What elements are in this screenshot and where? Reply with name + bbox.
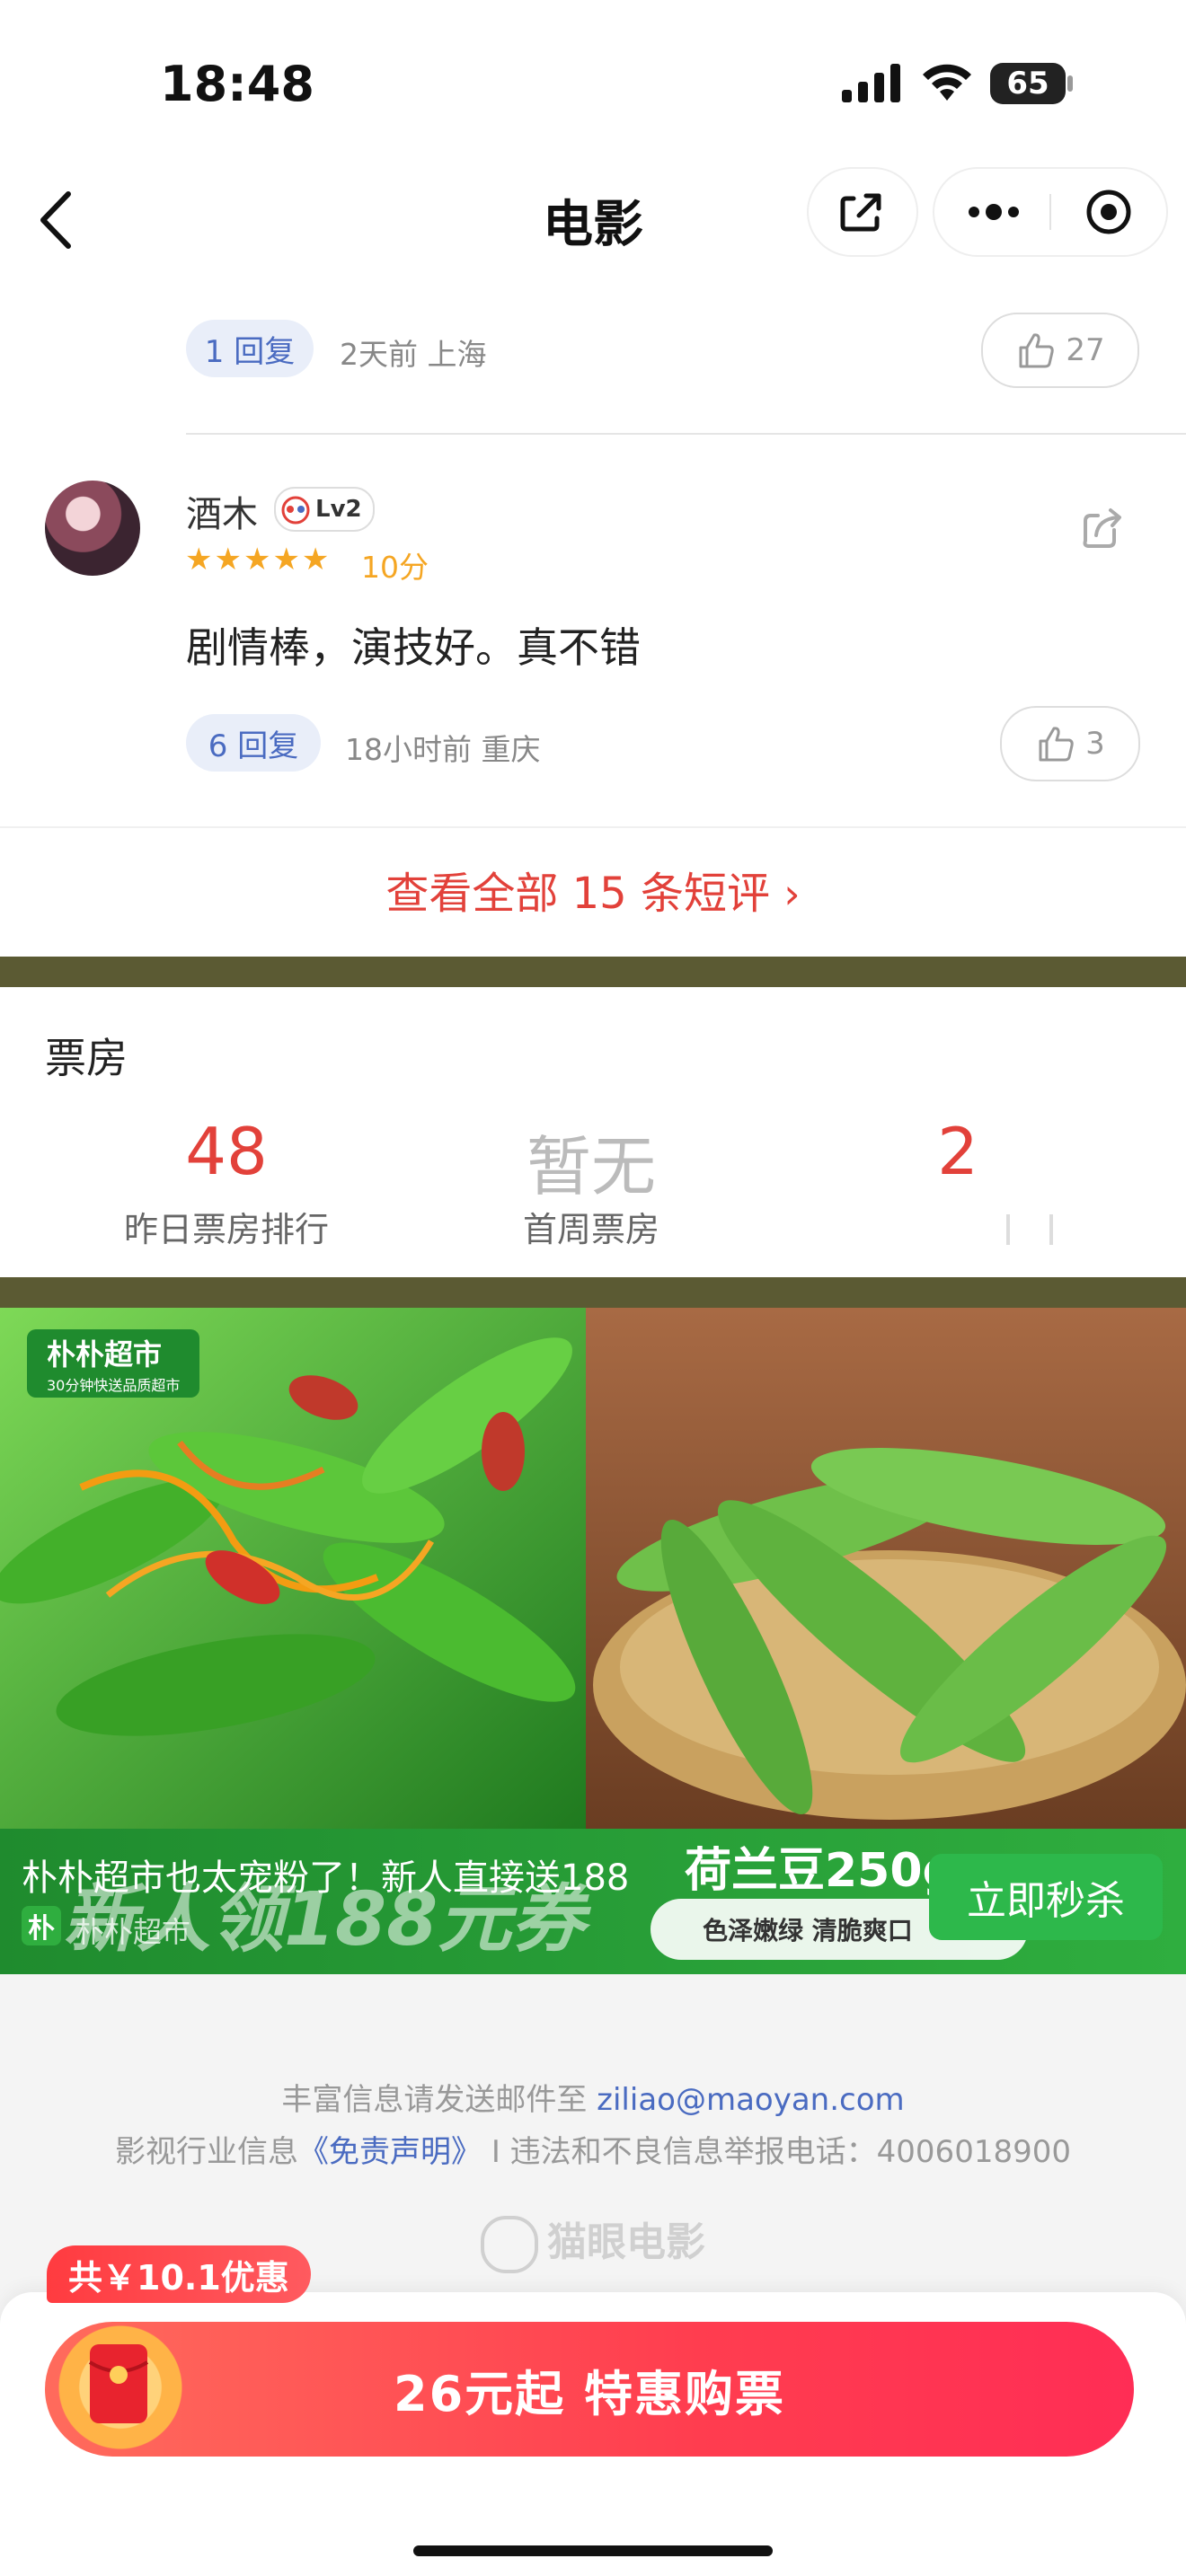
footer-contact-prefix: 丰富信息请发送邮件至 [281,2082,588,2118]
share-button[interactable] [809,169,916,255]
battery-level: 65 [1006,66,1049,101]
see-all-label: 查看全部 15 条短评 [385,869,770,919]
advertiser-logo: 朴 [22,1906,61,1945]
reply-count-button[interactable]: 6 回复 [186,714,321,772]
ad-product-tags: 色泽嫩绿 清脆爽口 [703,1916,913,1945]
like-button[interactable]: 3 [1000,706,1140,781]
status-time: 18:48 [160,56,314,112]
ad-title: 朴朴超市也太宠粉了！新人直接送188 [22,1857,630,1899]
rating-stars: ★★★★★ [185,542,332,578]
box-office-value: 48 [185,1114,268,1189]
wifi-icon [923,64,971,101]
ad-brand-name: 朴朴超市 [47,1337,163,1372]
chevron-right-icon: › [783,869,801,918]
like-button[interactable]: 27 [981,313,1139,388]
battery-icon: 65 [990,63,1066,104]
battery-cap [1067,75,1073,92]
buy-ticket-button[interactable]: 26元起 特惠购票 [45,2322,1134,2457]
divider [0,826,1186,828]
rating-score: 10分 [361,550,429,585]
footer-legal-prefix: 影视行业信息 [115,2134,299,2170]
thumbs-up-icon [1039,727,1074,762]
divider [186,433,1186,435]
level-label: Lv2 [315,496,362,523]
footer-legal: 影视行业信息《免责声明》 I 违法和不良信息举报电话：4006018900 [0,2127,1186,2171]
box-office-title: 票房 [45,1034,128,1082]
ad-brand-sub: 30分钟快送品质超市 [47,1377,181,1394]
ad-brand-badge: 朴朴超市 30分钟快送品质超市 [27,1329,200,1398]
home-indicator [413,2545,773,2556]
back-chevron-icon[interactable] [34,189,79,251]
like-count: 3 [1085,726,1105,762]
more-icon[interactable] [969,204,1019,220]
section-band [0,1277,1186,1308]
maoyan-logo-text: 猫眼电影 [547,2219,705,2265]
scroll-hint [1006,1214,1010,1245]
box-office-label: 昨日票房排行 [123,1210,329,1249]
thumbs-up-icon [1019,333,1055,368]
section-band [0,957,1186,987]
reply-count-button[interactable]: 1 回复 [186,320,314,377]
share-comment-icon[interactable] [1078,503,1128,553]
advertiser-name: 朴朴超市 [75,1915,191,1949]
comment-meta: 18小时前 重庆 [345,732,541,767]
footer-report-line: I 违法和不良信息举报电话：4006018900 [491,2134,1071,2170]
disclaimer-link[interactable]: 《免责声明》 [298,2134,482,2170]
page-title: 电影 [543,196,643,254]
cat-logo-icon [481,2216,538,2273]
level-cat-icon [281,496,310,525]
cellular-signal-icon [842,64,900,102]
see-all-reviews-link[interactable]: 查看全部 15 条短评 › [0,858,1186,921]
footer-contact: 丰富信息请发送邮件至 ziliao@maoyan.com [0,2075,1186,2119]
box-office-value: 2 [937,1114,978,1189]
capsule-menu [934,169,1166,255]
level-badge: Lv2 [274,487,375,532]
red-envelope-icon [88,2344,149,2423]
box-office-value: 暂无 [526,1129,656,1204]
box-office-label: 首周票房 [522,1210,659,1249]
comment-meta: 2天前 上海 [340,337,487,372]
ad-cta-button[interactable]: 立即秒杀 [929,1854,1163,1940]
close-miniapp-icon[interactable] [1086,190,1131,234]
email-link[interactable]: ziliao@maoyan.com [597,2082,905,2118]
like-count: 27 [1066,332,1105,368]
scroll-hint [1049,1214,1053,1245]
avatar[interactable] [45,481,140,576]
comment-text: 剧情棒，演技好。真不错 [186,623,641,672]
share-icon [840,193,881,232]
ad-product-name: 荷兰豆250g [685,1844,956,1898]
username[interactable]: 酒木 [186,485,258,537]
coupon-badge: 共￥10.1优惠 [47,2245,311,2303]
